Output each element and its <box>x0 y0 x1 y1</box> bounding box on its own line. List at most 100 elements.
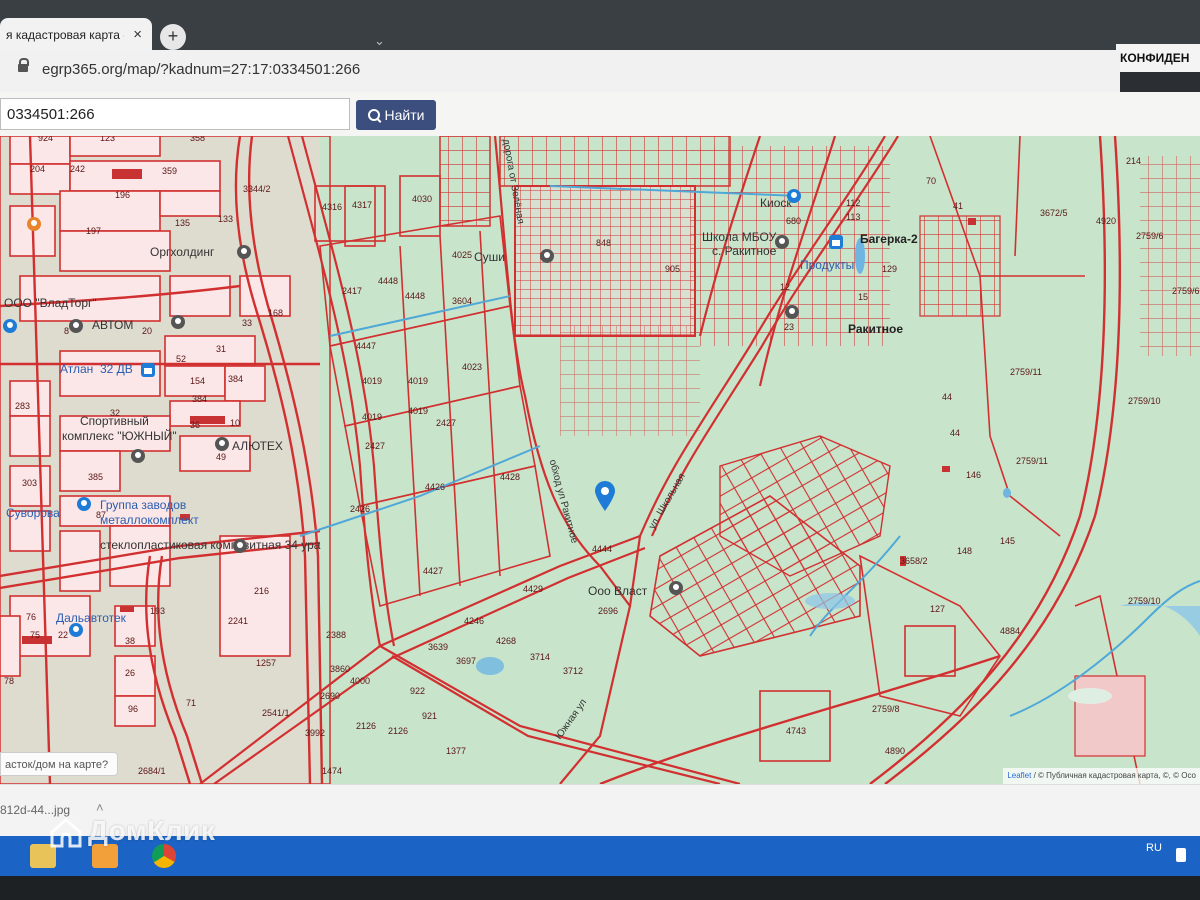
parcel-label: 4743 <box>786 726 807 736</box>
place-label-alyuteh: АЛЮТЕХ <box>232 439 283 453</box>
parcel-label: 75 <box>30 630 41 640</box>
browser-tab[interactable]: я кадастровая карта - × <box>0 18 152 52</box>
parcel-label: 4444 <box>592 544 613 554</box>
cadastral-search-input[interactable] <box>0 98 350 130</box>
parcel-label: 127 <box>930 604 946 614</box>
leaflet-link[interactable]: Leaflet <box>1007 771 1031 780</box>
parcel-label: 2126 <box>356 721 377 731</box>
shop-pin-icon[interactable] <box>828 234 844 250</box>
poi-pin-icon[interactable] <box>236 244 252 260</box>
poi-pin-icon[interactable] <box>232 538 248 554</box>
lock-icon[interactable] <box>18 58 29 72</box>
parcel-label: 303 <box>22 478 38 488</box>
parcel-label: 133 <box>218 214 234 224</box>
parcel-label: 3860 <box>330 664 351 674</box>
shop-pin-icon[interactable] <box>786 188 802 204</box>
parcel-label: 3672/5 <box>1040 208 1068 218</box>
poi-pin-icon[interactable] <box>68 318 84 334</box>
place-label-vladtorg: ООО "ВладТорг" <box>4 296 97 310</box>
parcel-label: 12 <box>780 282 791 292</box>
shop-pin-icon[interactable] <box>140 362 156 378</box>
parcel-label: 921 <box>422 711 438 721</box>
parcel-label: 44 <box>942 392 953 402</box>
parcel-label: 113 <box>846 212 861 222</box>
poi-pin-icon[interactable] <box>170 314 186 330</box>
monitor-bezel <box>0 876 1200 900</box>
parcel-label: 4019 <box>362 376 383 386</box>
parcel-label: 384 <box>192 394 208 404</box>
poi-pin-icon[interactable] <box>214 436 230 452</box>
parcel-label: 4316 <box>322 202 343 212</box>
shop-pin-icon[interactable] <box>68 622 84 638</box>
parcel-label: 196 <box>115 190 131 200</box>
parcel-label: 2417 <box>342 286 363 296</box>
selected-parcel-marker-icon[interactable] <box>594 480 616 512</box>
shop-pin-icon[interactable] <box>76 496 92 512</box>
place-label-sport: Спортивный <box>80 414 149 428</box>
parcel-label: 23 <box>784 322 795 332</box>
place-label-avtom: АВТОМ <box>92 318 134 332</box>
parcel-label: 3712 <box>563 666 584 676</box>
parcel-label: 4427 <box>423 566 444 576</box>
search-button-label: Найти <box>384 107 425 123</box>
attribution-text: / © Публичная кадастровая карта, ©, © Ос… <box>1031 771 1196 780</box>
download-chevron-icon[interactable]: ˄ <box>96 800 104 815</box>
address-url[interactable]: egrp365.org/map/?kadnum=27:17:0334501:26… <box>42 61 360 78</box>
download-file-name[interactable]: 812d-44...jpg <box>0 803 70 817</box>
parcel-label: 4890 <box>885 746 906 756</box>
parcel-label: 4025 <box>452 250 473 260</box>
parcel-label: 4448 <box>405 291 426 301</box>
parcel-label: 71 <box>186 698 197 708</box>
poi-pin-icon[interactable] <box>130 448 146 464</box>
parcel-label: 2759/11 <box>1010 367 1042 377</box>
chrome-icon[interactable] <box>152 844 176 868</box>
parcel-label: 3658/2 <box>900 556 928 566</box>
place-label-mbou: Школа МБОУ <box>702 230 777 244</box>
parcel-label: 4019 <box>408 406 429 416</box>
parcel-label: 905 <box>665 264 681 274</box>
parcel-label: 36 <box>190 420 201 430</box>
cadastral-map[interactable]: 924 123 358 204 242 359 196 135 197 133 … <box>0 133 1200 784</box>
school-pin-icon[interactable] <box>774 234 790 250</box>
parcel-label: 4268 <box>496 636 517 646</box>
parcel-label: 3344/2 <box>243 184 271 194</box>
parcel-label: 2759/11 <box>1016 456 1048 466</box>
parcel-label: 135 <box>175 218 191 228</box>
parcel-label: 4884 <box>1000 626 1021 636</box>
parcel-label: 26 <box>125 668 136 678</box>
parcel-label: 15 <box>858 292 869 302</box>
shop-pin-icon[interactable] <box>2 318 18 334</box>
parcel-label: 168 <box>268 308 284 318</box>
tab-list-chevron-icon[interactable]: ⌄ <box>374 33 385 49</box>
poi-pin-icon[interactable] <box>668 580 684 596</box>
place-label-gruppa-2: металлокомплект <box>100 513 199 527</box>
parcel-label: 1257 <box>256 658 277 668</box>
parcel-label: 70 <box>926 176 937 186</box>
tab-close-icon[interactable]: × <box>133 18 142 52</box>
poi-pin-icon[interactable] <box>784 304 800 320</box>
parcel-label: 848 <box>596 238 612 248</box>
poi-pin-icon[interactable] <box>539 248 555 264</box>
map-attribution: Leaflet / © Публичная кадастровая карта,… <box>1003 768 1200 784</box>
parcel-label: 4426 <box>425 482 446 492</box>
address-hint-button[interactable]: асток/дом на карте? <box>0 752 118 776</box>
keyboard-language[interactable]: RU <box>1146 842 1162 854</box>
parcel-label: 4447 <box>356 341 377 351</box>
search-button[interactable]: Найти <box>356 100 436 130</box>
place-label-atlan: Атлан <box>60 362 94 376</box>
parcel-label: 2426 <box>350 504 371 514</box>
parcel-label: 38 <box>125 636 136 646</box>
parcel-label: 3697 <box>456 656 477 666</box>
new-tab-button[interactable]: + <box>160 24 186 50</box>
parcel-label: 2684/1 <box>138 766 166 776</box>
flag-icon[interactable] <box>1176 848 1186 862</box>
parcel-label: 384 <box>228 374 244 384</box>
parcel-label: 2541/1 <box>262 708 290 718</box>
place-label-dalavtotek: Дальавтотек <box>56 611 126 625</box>
page-content: Найти <box>0 92 1200 784</box>
media-player-icon[interactable] <box>92 844 118 868</box>
place-label-gruppa: Группа заводов <box>100 498 187 512</box>
place-label-dv: 32 ДВ <box>100 362 133 376</box>
food-pin-icon[interactable] <box>26 216 42 232</box>
parcel-label: 3992 <box>305 728 326 738</box>
